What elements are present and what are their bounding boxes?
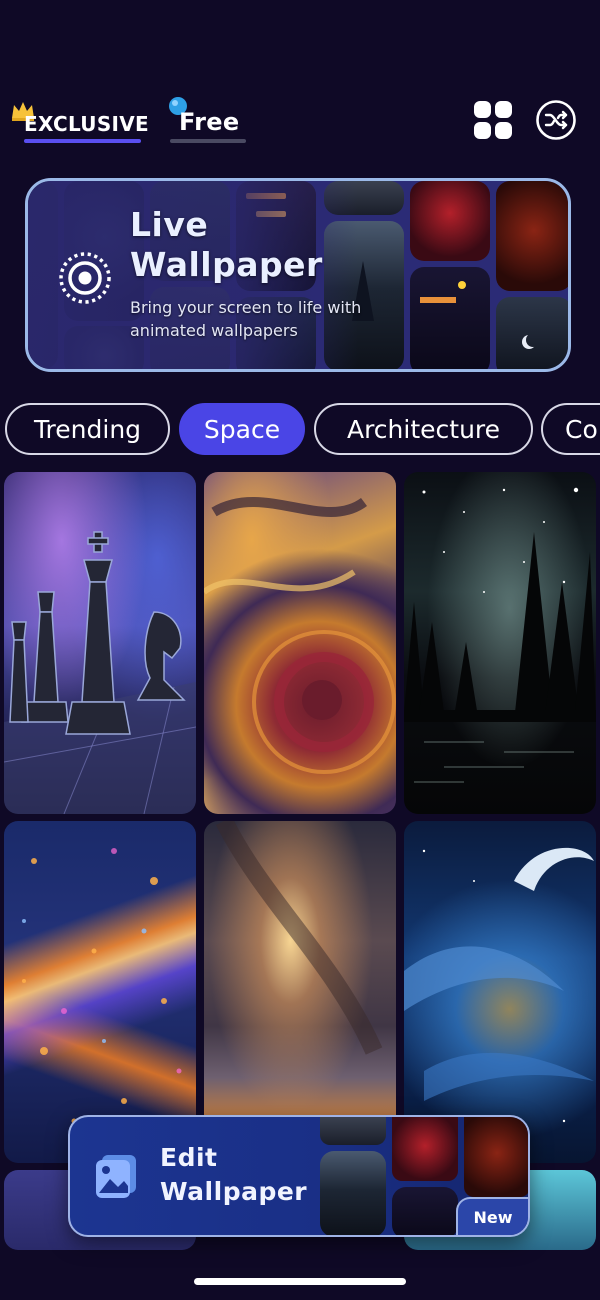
live-target-icon [58,251,112,305]
milky-way-image [204,821,396,1163]
live-wallpaper-banner[interactable]: Live Wallpaper Bring your screen to life… [25,178,571,372]
chip-partial[interactable]: Co [541,403,600,455]
banner-subtitle-line2: animated wallpapers [130,321,298,340]
chip-space-label: Space [203,414,281,444]
edit-label-line2: Wallpaper [160,1177,308,1206]
tab-free-label: Free [179,108,240,136]
wallpaper-card[interactable] [4,472,196,814]
edit-preview-tile [320,1151,386,1235]
tab-free-underline [170,139,246,143]
shuffle-icon [536,100,576,140]
image-edit-icon [94,1153,140,1199]
banner-tile [496,181,568,291]
wallpaper-card[interactable] [204,472,396,814]
edit-preview-tile [464,1117,528,1197]
chip-trending[interactable]: Trending [5,403,170,455]
tab-free[interactable]: Free [179,108,239,136]
marble-swirl-image [204,497,396,774]
chip-space[interactable]: Space [179,403,305,455]
shuffle-button[interactable] [535,99,577,141]
chip-architecture[interactable]: Architecture [314,403,533,455]
banner-subtitle-line1: Bring your screen to life with [130,298,362,317]
new-badge: New [456,1197,528,1235]
wallpaper-card[interactable] [4,821,196,1163]
banner-tile [410,181,490,261]
tab-exclusive[interactable]: EXCLUSIVE [24,112,149,136]
tab-exclusive-underline [24,139,141,143]
chip-trending-label: Trending [33,414,142,444]
home-indicator [194,1278,406,1285]
galaxy-trail-image [22,848,182,1124]
chess-pieces-image [4,531,196,814]
grid-icon [474,101,512,139]
wallpaper-card[interactable] [404,821,596,1163]
wallpaper-card[interactable] [204,821,396,1163]
wallpaper-card[interactable] [404,472,596,814]
edit-preview-tile [320,1117,386,1145]
edit-wallpaper-button[interactable]: Edit Wallpaper New [68,1115,530,1237]
edit-label-line1: Edit [160,1143,218,1172]
edit-preview-tile [392,1117,458,1181]
banner-tile [496,297,568,369]
edit-preview-tile [392,1187,458,1235]
new-badge-label: New [473,1207,513,1227]
banner-title-line2: Wallpaper [130,245,323,284]
banner-tile [410,267,490,369]
cosmic-wave-image [404,847,594,1123]
grid-view-button[interactable] [472,99,514,141]
starry-forest-image [404,487,596,783]
tab-exclusive-label: EXCLUSIVE [24,112,150,136]
chip-architecture-label: Architecture [346,414,501,444]
chip-partial-label: Co [565,414,598,444]
banner-title-line1: Live [130,205,209,244]
